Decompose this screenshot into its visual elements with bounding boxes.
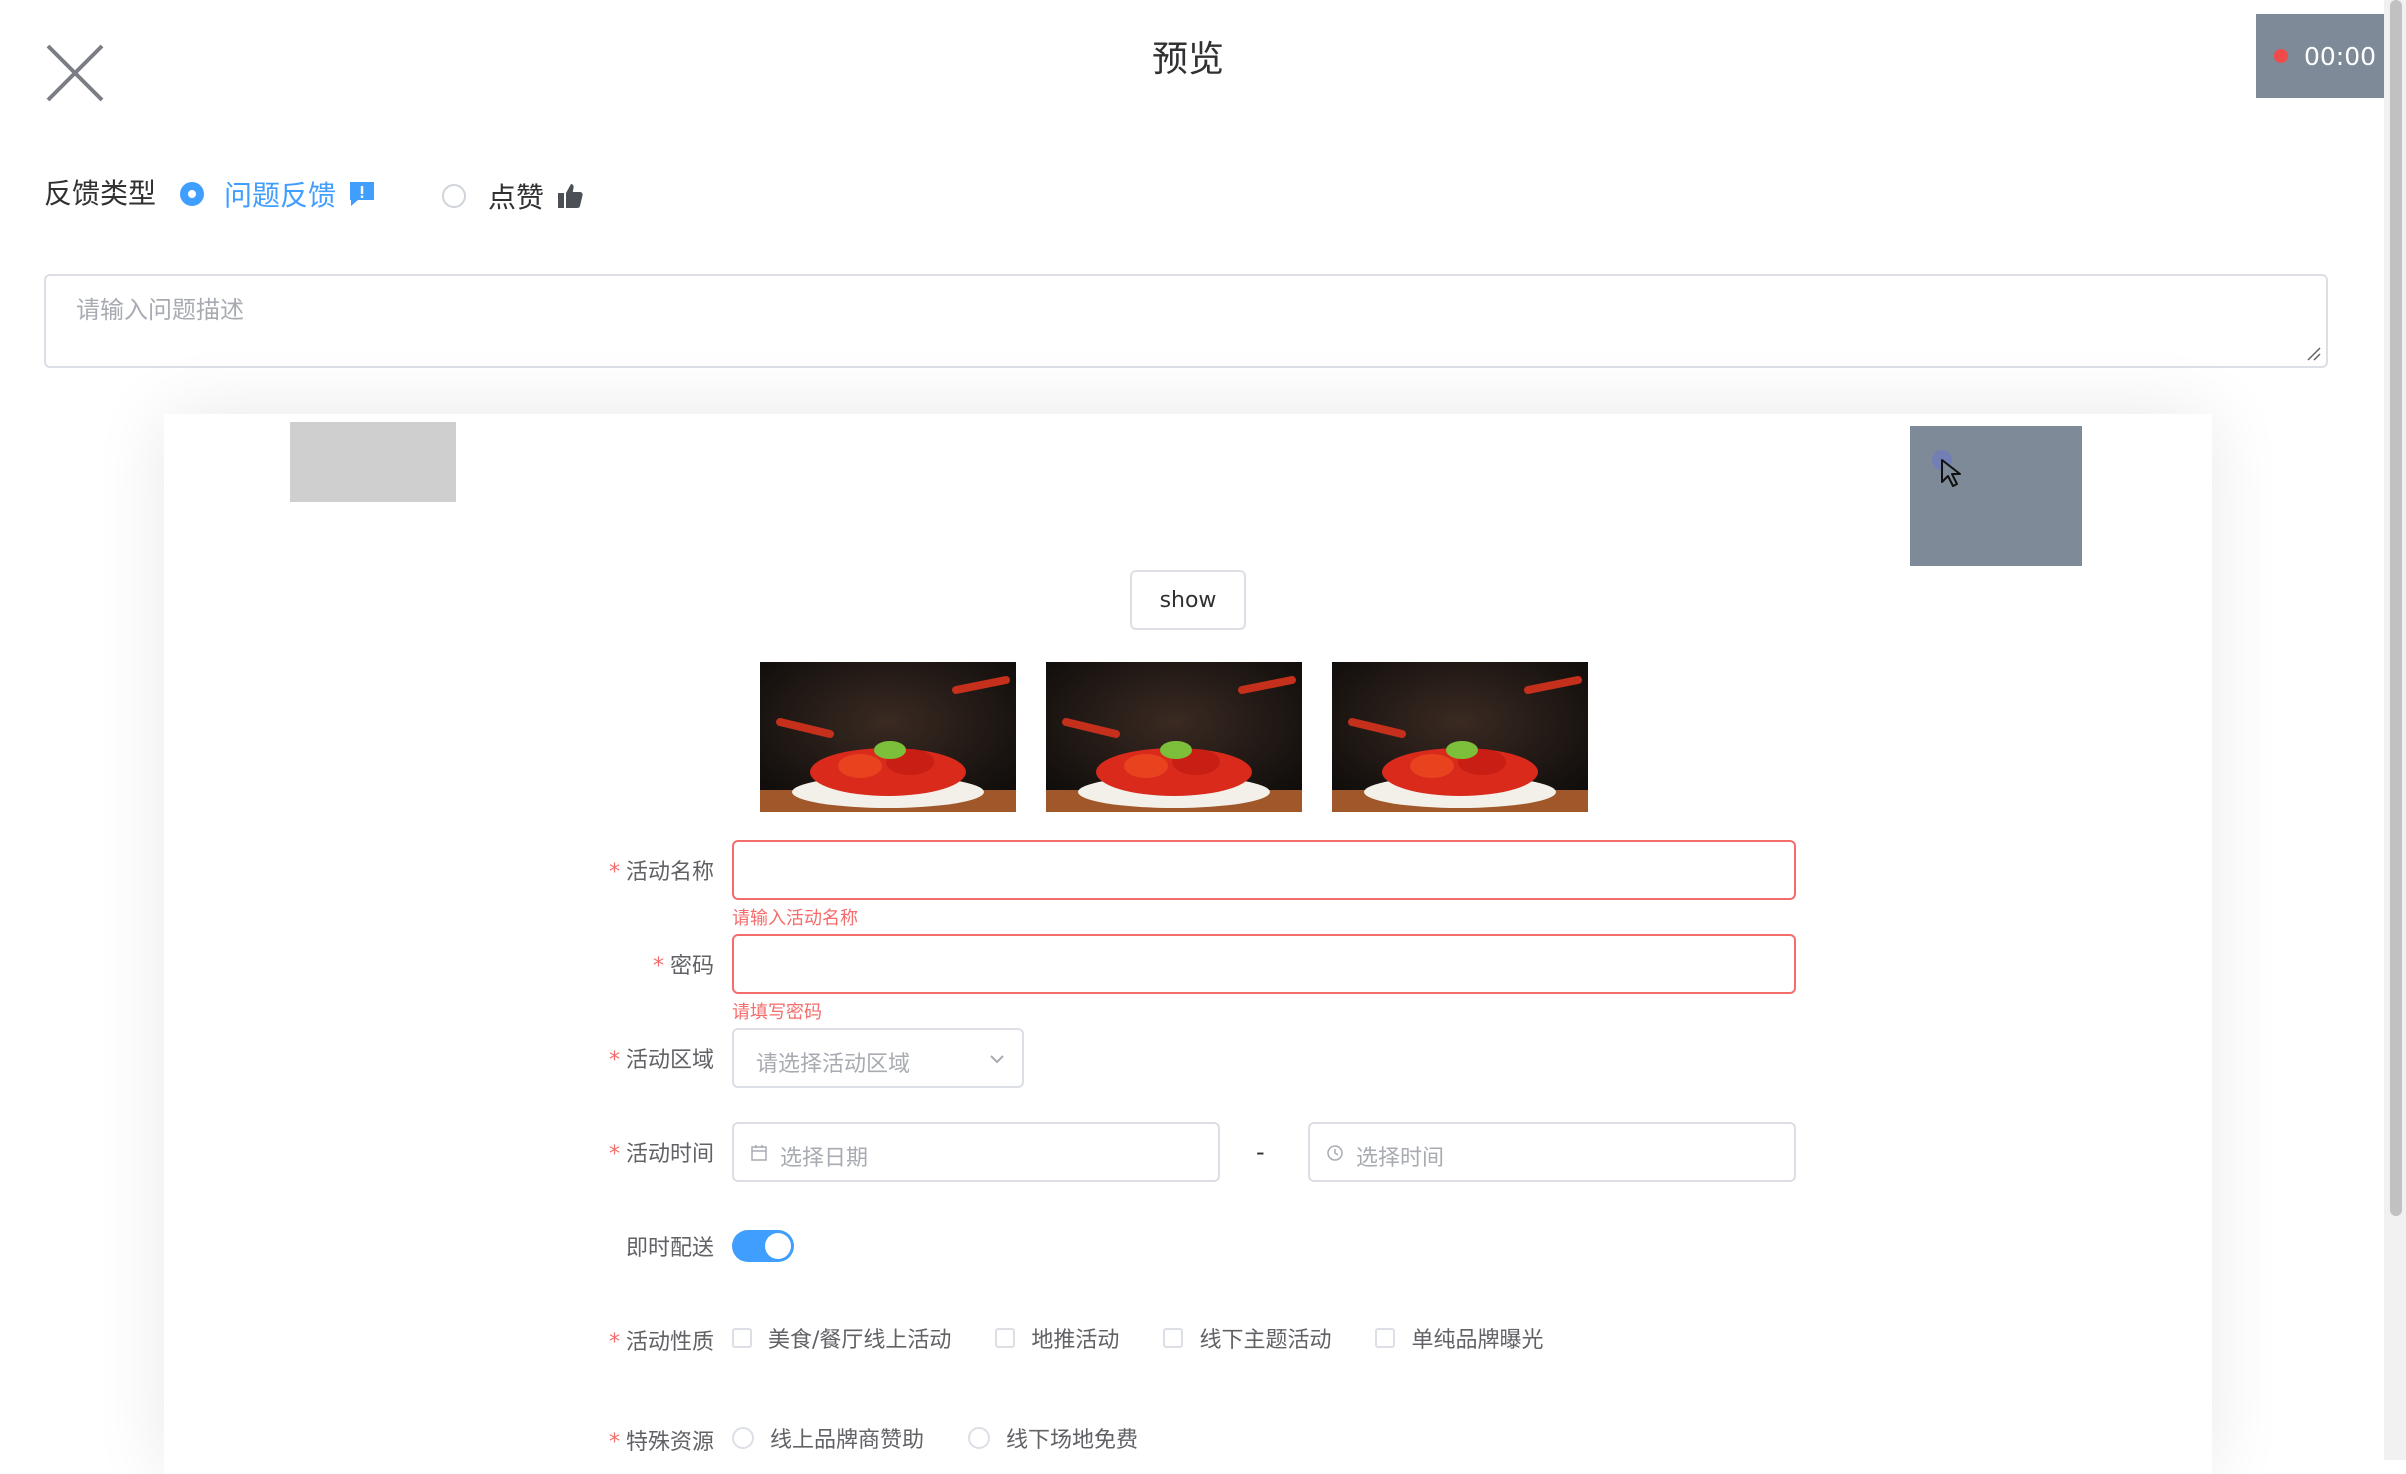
required-mark: * [608, 1048, 620, 1073]
time-placeholder: 选择时间 [1356, 1146, 1445, 1171]
nature-option-2[interactable]: 地推活动 [1031, 1322, 1119, 1354]
issue-radio[interactable] [180, 182, 204, 206]
instant-delivery-label: 即时配送 [625, 1236, 714, 1261]
chevron-down-icon [990, 1055, 1004, 1064]
issue-option-label: 问题反馈 [224, 179, 337, 212]
password-label: * 密码 [652, 954, 714, 979]
nature-checkbox-4[interactable] [1375, 1328, 1396, 1348]
description-textarea[interactable]: 请输入问题描述 [44, 274, 2328, 368]
cursor-pointer-icon [1932, 450, 1961, 487]
nature-checkbox-2[interactable] [995, 1328, 1016, 1348]
food-image-2 [1046, 662, 1302, 812]
nature-option-4[interactable]: 单纯品牌曝光 [1411, 1322, 1543, 1354]
like-radio[interactable] [442, 184, 466, 208]
nature-checkbox-group: 美食/餐厅线上活动 地推活动 线下主题活动 单纯品牌曝光 [732, 1322, 1543, 1354]
date-time-separator: - [1256, 1138, 1265, 1166]
required-mark: * [608, 860, 620, 885]
resource-option-2[interactable]: 线下场地免费 [1006, 1422, 1138, 1454]
nature-option-1[interactable]: 美食/餐厅线上活动 [768, 1322, 951, 1354]
message-alert-icon [350, 182, 375, 206]
record-dot-icon [2273, 49, 2288, 63]
show-button[interactable]: show [1130, 570, 1246, 630]
resize-handle-icon[interactable] [2306, 346, 2322, 362]
calendar-icon [751, 1145, 767, 1161]
instant-delivery-switch[interactable] [732, 1230, 794, 1262]
screen-recorder-widget[interactable]: 00:00 [2256, 14, 2394, 98]
scrollbar-thumb[interactable] [2390, 0, 2402, 1216]
required-mark: * [608, 1430, 620, 1455]
resource-radio-2[interactable] [968, 1427, 991, 1449]
nature-checkbox-1[interactable] [732, 1328, 752, 1348]
feedback-type-label: 反馈类型 [44, 177, 157, 210]
required-mark: * [608, 1142, 620, 1167]
activity-nature-label: * 活动性质 [608, 1330, 714, 1355]
feedback-option-issue[interactable]: 问题反馈 [180, 174, 376, 214]
required-mark: * [652, 954, 664, 979]
special-resources-label: * 特殊资源 [608, 1430, 714, 1455]
resources-radio-group: 线上品牌商赞助 线下场地免费 [732, 1422, 1138, 1454]
region-placeholder: 请选择活动区域 [756, 1052, 911, 1077]
activity-name-label: * 活动名称 [608, 860, 714, 885]
resource-radio-1[interactable] [732, 1427, 754, 1449]
date-picker-input[interactable]: 选择日期 [732, 1122, 1220, 1182]
time-picker-input[interactable]: 选择时间 [1308, 1122, 1796, 1182]
feedback-option-like[interactable]: 点赞 [442, 176, 584, 216]
activity-region-select[interactable]: 请选择活动区域 [732, 1028, 1024, 1088]
like-option-label: 点赞 [488, 181, 545, 214]
cursor-hover-area[interactable] [1910, 426, 2082, 566]
placeholder-block [290, 422, 456, 502]
recorder-time: 00:00 [2303, 41, 2377, 71]
password-error: 请填写密码 [732, 1002, 822, 1023]
activity-name-error: 请输入活动名称 [732, 908, 858, 929]
preview-card: show * 活动名称 请输入活动名称 * 密码 请填写密码 * 活动区域 请选… [164, 414, 2212, 1474]
switch-knob [765, 1233, 791, 1259]
date-placeholder: 选择日期 [780, 1146, 869, 1171]
food-image-3 [1332, 662, 1588, 812]
clock-icon [1327, 1145, 1343, 1161]
activity-region-label: * 活动区域 [608, 1048, 714, 1073]
food-image-1 [760, 662, 1016, 812]
resource-option-1[interactable]: 线上品牌商赞助 [770, 1422, 924, 1454]
required-mark: * [608, 1330, 620, 1355]
password-input[interactable] [732, 934, 1796, 994]
nature-option-3[interactable]: 线下主题活动 [1199, 1322, 1331, 1354]
page-title: 预览 [1151, 39, 1224, 80]
activity-name-input[interactable] [732, 840, 1796, 900]
description-placeholder: 请输入问题描述 [76, 296, 244, 324]
activity-time-label: * 活动时间 [608, 1142, 714, 1167]
nature-checkbox-3[interactable] [1163, 1328, 1184, 1348]
thumbs-up-icon [558, 184, 583, 208]
